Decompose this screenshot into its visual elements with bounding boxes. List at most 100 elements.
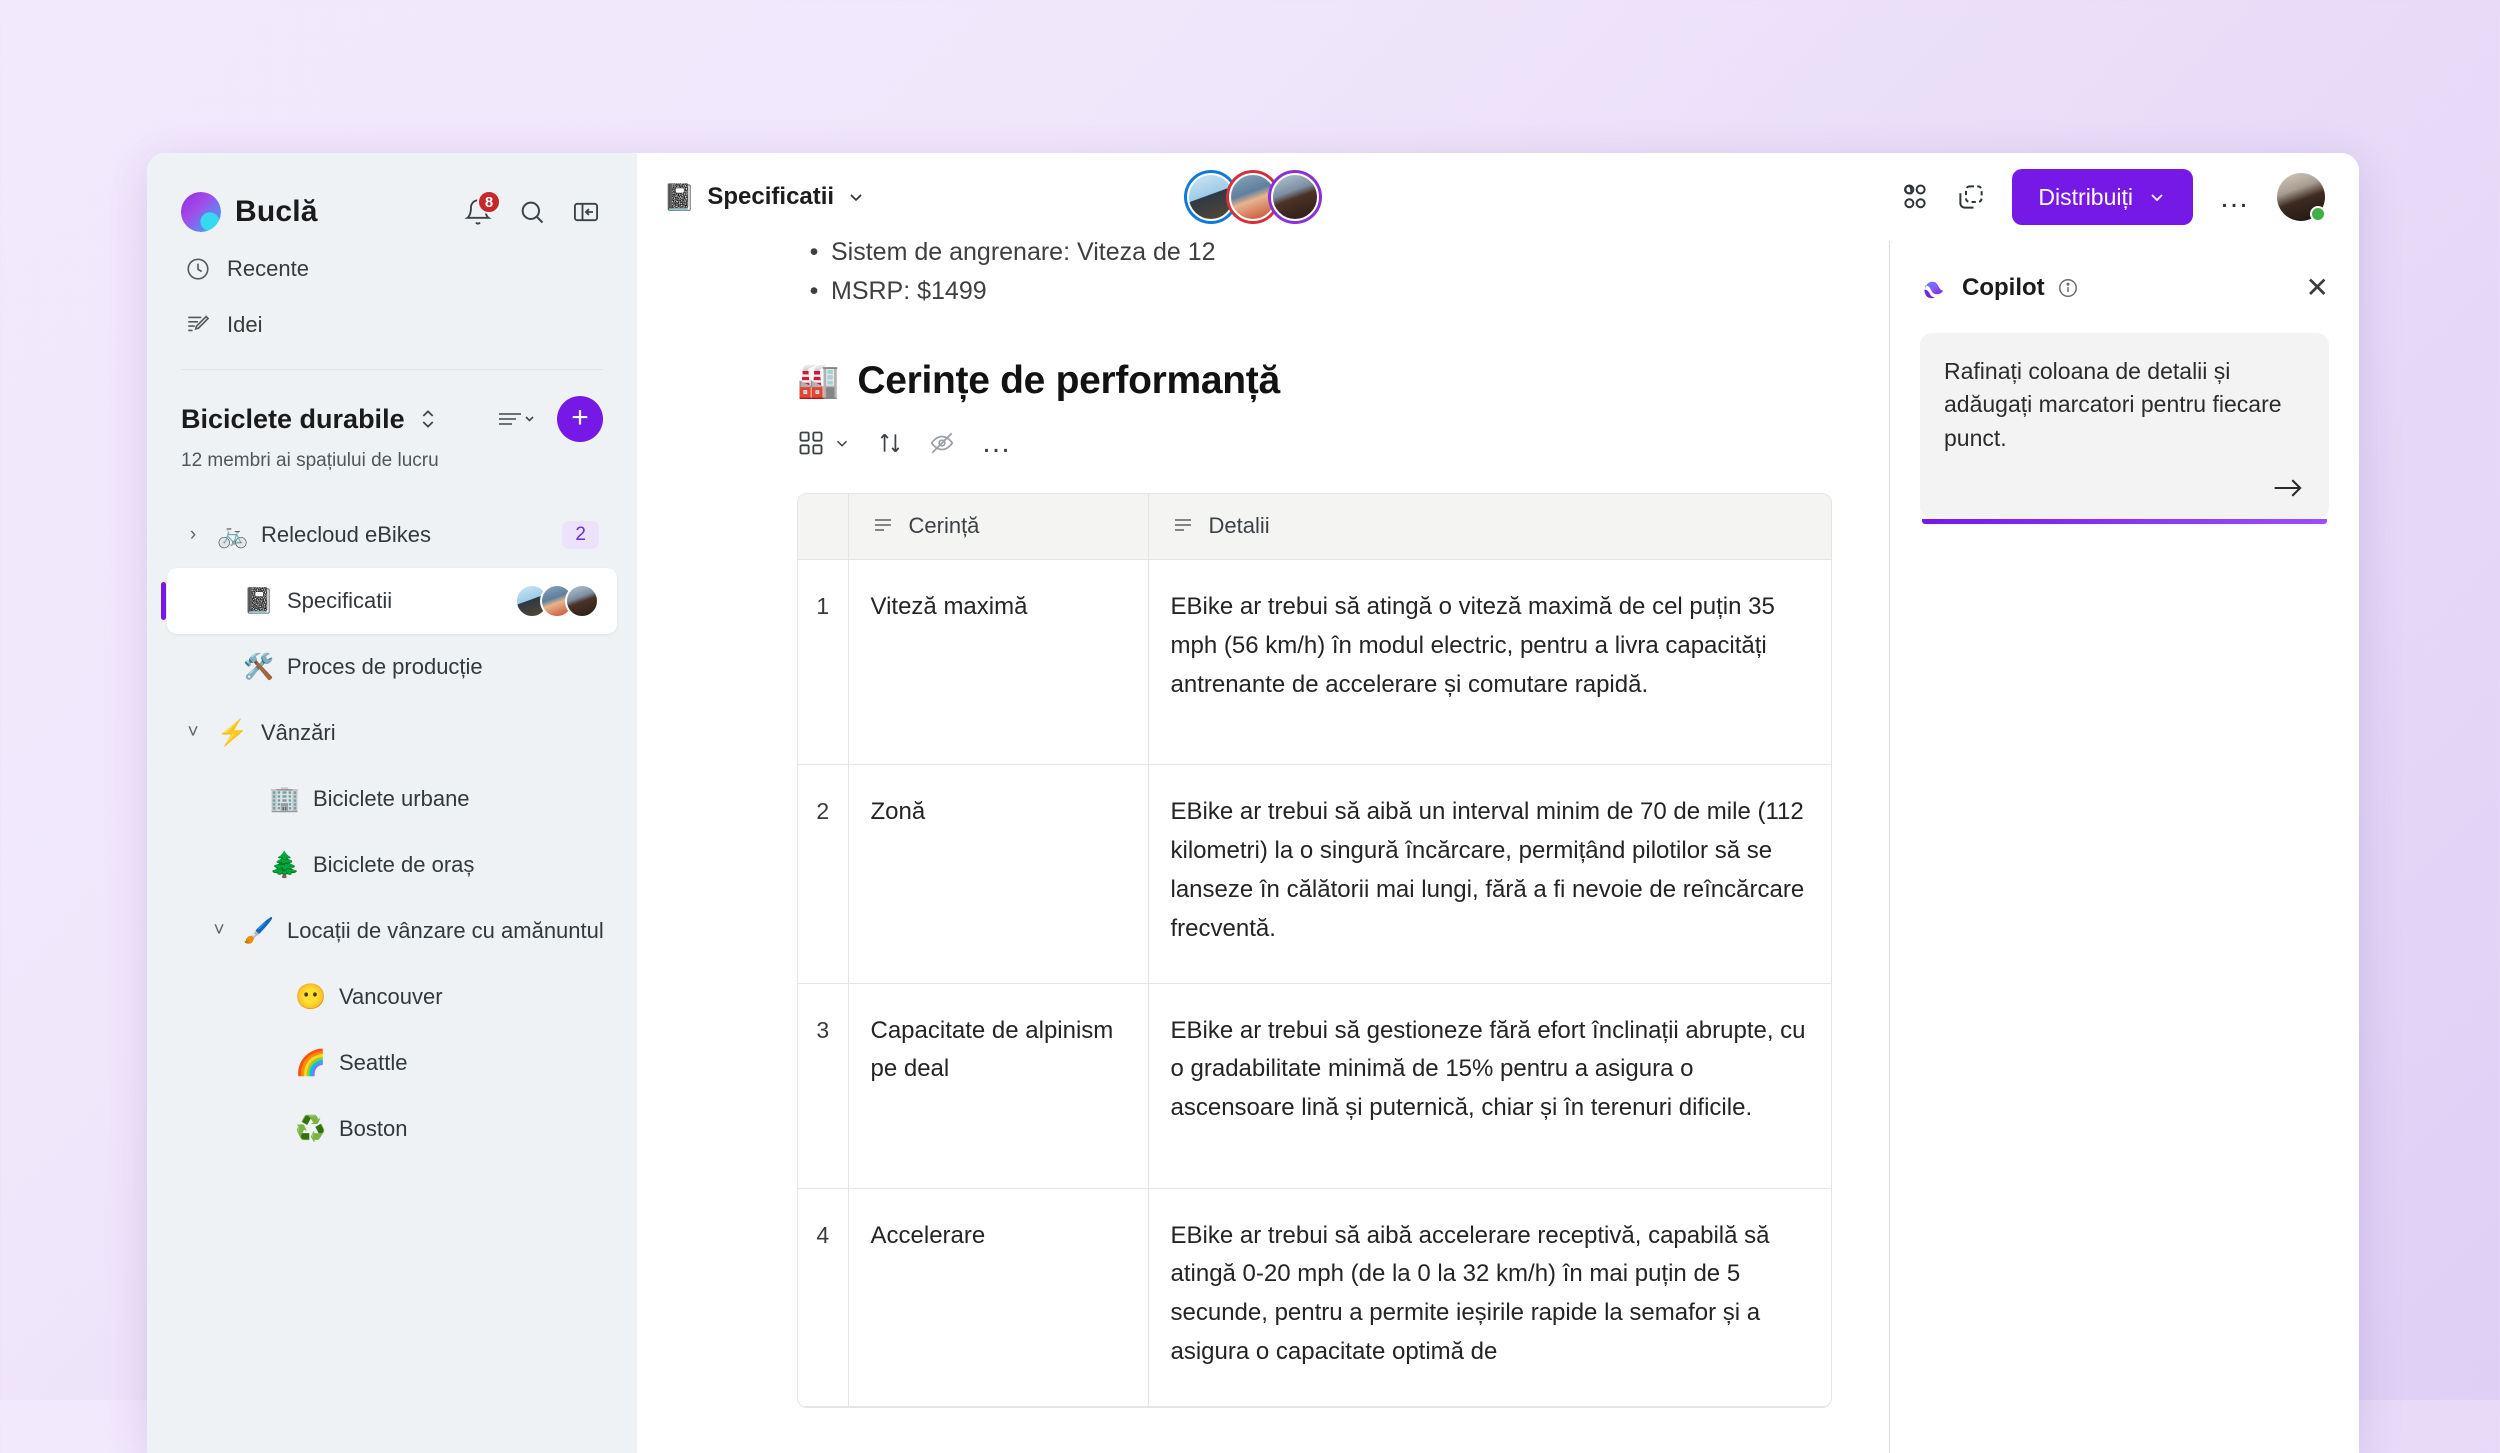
table-row[interactable]: 2 Zonă EBike ar trebui să aibă un interval… xyxy=(798,764,1831,984)
column-header-label: Cerință xyxy=(908,513,980,539)
section-heading-text: Cerințe de performanță xyxy=(857,358,1280,402)
sidebar-tree-item[interactable]: 😶 Vancouver xyxy=(167,964,617,1030)
table-body: 1 Viteză maximă EBike ar trebui să atingă … xyxy=(798,559,1831,1407)
tree-item-label: Specificatii xyxy=(287,588,393,613)
hide-fields-button[interactable] xyxy=(929,430,955,456)
share-button[interactable]: Distribuiți xyxy=(2012,169,2193,225)
tree-item-emoji-icon: 😶 xyxy=(295,982,327,1011)
sidebar: Buclă 8 Recente Idei Biciclete durabile … xyxy=(147,153,637,1453)
sidebar-item-recente[interactable]: Recente xyxy=(181,241,603,297)
requirement-cell[interactable]: Capacitate de alpinism pe deal xyxy=(848,983,1149,1189)
copilot-send-button[interactable] xyxy=(1944,473,2305,503)
text-column-icon xyxy=(1174,519,1191,532)
list-options-icon[interactable] xyxy=(497,407,539,431)
avatar xyxy=(565,584,599,618)
column-header-details[interactable]: Detalii xyxy=(1148,493,1831,560)
details-cell[interactable]: EBike ar trebui să gestioneze fără efort… xyxy=(1148,983,1831,1189)
tree-item-collaborators xyxy=(515,584,599,618)
document-title-chip[interactable]: 📓 Specificatii xyxy=(663,182,866,213)
tree-item-label: Vânzări xyxy=(261,720,336,745)
notification-badge-count: 8 xyxy=(477,190,501,214)
table-row[interactable]: 3 Capacitate de alpinism pe deal EBike ar … xyxy=(798,983,1831,1189)
table: Cerință Detalii 1 Viteză maximă EBike ar… xyxy=(798,493,1831,1408)
column-header-label: Detalii xyxy=(1208,513,1270,539)
collapse-sidebar-icon[interactable] xyxy=(569,195,603,229)
sidebar-tree-item[interactable]: 🛠️ Proces de producție xyxy=(167,634,617,700)
sidebar-header-actions: 8 xyxy=(461,190,603,229)
details-cell[interactable]: EBike ar trebui să aibă accelerare recep… xyxy=(1148,1188,1831,1407)
tree-item-emoji-icon: 🖌️ xyxy=(243,916,275,945)
table-more-options-button[interactable]: … xyxy=(981,427,1013,457)
factory-emoji-icon: 🏭 xyxy=(797,361,840,400)
sidebar-tree-item[interactable]: ♻️ Boston xyxy=(167,1096,617,1162)
tree-item-label: Relecloud eBikes xyxy=(261,522,431,547)
section-heading: 🏭 Cerințe de performanță xyxy=(797,359,1849,403)
row-index-cell: 3 xyxy=(798,983,849,1189)
workspace-members-count: 12 membri ai spațiului de lucru xyxy=(181,450,439,471)
chevron-down-icon xyxy=(2151,194,2163,202)
user-avatar[interactable] xyxy=(2277,173,2326,222)
chevron-down-icon[interactable]: ˅ xyxy=(175,722,211,744)
bullet-text: Sistem de angrenare: Viteza de 12 xyxy=(831,241,1216,266)
close-icon[interactable]: ✕ xyxy=(2306,274,2329,302)
column-header-index[interactable] xyxy=(798,493,849,560)
sort-button[interactable] xyxy=(877,430,903,456)
sidebar-tree-item[interactable]: 🏢 Biciclete urbane xyxy=(167,766,617,832)
table-head: Cerință Detalii xyxy=(798,493,1831,560)
app-window: Buclă 8 Recente Idei Biciclete durabile … xyxy=(147,153,2359,1453)
list-item[interactable]: • MSRP: $1499 xyxy=(797,272,1849,311)
tree-item-emoji-icon: ♻️ xyxy=(295,1114,327,1143)
row-index-cell: 4 xyxy=(798,1188,849,1407)
table-row[interactable]: 1 Viteză maximă EBike ar trebui să atingă … xyxy=(798,559,1831,765)
copilot-prompt-card[interactable]: Rafinați coloana de detalii și adăugați … xyxy=(1920,333,2329,520)
avatar-3-ring[interactable] xyxy=(1268,170,1322,224)
tree-item-count-badge: 2 xyxy=(562,521,599,549)
bullet-dot-icon: • xyxy=(809,241,819,266)
chevron-down-icon xyxy=(836,440,848,447)
workspace-title[interactable]: Biciclete durabile xyxy=(181,404,405,435)
chevron-right-icon[interactable]: › xyxy=(175,524,211,546)
bullet-list: • Sistem de angrenare: Viteza de 12 • MS… xyxy=(797,241,1849,311)
document-body[interactable]: • Sistem de angrenare: Viteza de 12 • MS… xyxy=(637,241,1889,1453)
tree-item-emoji-icon: 📓 xyxy=(243,586,275,615)
column-header-requirement[interactable]: Cerință xyxy=(848,493,1149,560)
details-cell[interactable]: EBike ar trebui să aibă un interval mini… xyxy=(1148,764,1831,984)
bullet-dot-icon: • xyxy=(809,276,819,305)
list-item[interactable]: • Sistem de angrenare: Viteza de 12 xyxy=(797,241,1849,272)
chevron-down-icon[interactable] xyxy=(846,187,866,207)
requirement-cell[interactable]: Accelerare xyxy=(848,1188,1149,1407)
requirement-cell[interactable]: Viteză maximă xyxy=(848,559,1149,765)
avatar xyxy=(1271,173,1319,221)
table-row[interactable]: 4 Accelerare EBike ar trebui să aibă accel… xyxy=(798,1188,1831,1407)
workspace-title-row: Biciclete durabile + xyxy=(181,396,603,442)
sidebar-tree-item[interactable]: 🌈 Seattle xyxy=(167,1030,617,1096)
tree-item-label: Locații de vânzare cu amănuntul xyxy=(287,918,604,943)
canvas: • Sistem de angrenare: Viteza de 12 • MS… xyxy=(637,241,2359,1453)
notifications-bell-icon[interactable]: 8 xyxy=(461,190,501,229)
sidebar-tree-item[interactable]: 📓 Specificatii xyxy=(161,568,617,634)
info-icon[interactable] xyxy=(2057,277,2079,299)
sidebar-tree-item[interactable]: › 🚲 Relecloud eBikes 2 xyxy=(167,502,617,568)
apps-grid-icon[interactable] xyxy=(1900,182,1930,212)
sidebar-tree-item[interactable]: 🌲 Biciclete de oraș xyxy=(167,832,617,898)
main-area: 📓 Specificatii Distribuiți … • Sistem de… xyxy=(637,153,2359,1453)
document-title: Specificatii xyxy=(707,183,835,210)
workspace-switcher-icon[interactable] xyxy=(417,406,439,432)
requirement-cell[interactable]: Zonă xyxy=(848,764,1149,984)
search-icon[interactable] xyxy=(515,195,549,229)
details-cell[interactable]: EBike ar trebui să atingă o viteză maxim… xyxy=(1148,559,1831,765)
table-view-button[interactable] xyxy=(797,429,851,457)
copy-component-icon[interactable] xyxy=(1956,182,1986,212)
table-toolbar: … xyxy=(797,427,1849,457)
add-page-button[interactable]: + xyxy=(557,396,603,442)
tree-item-label: Seattle xyxy=(339,1050,408,1075)
sidebar-tree-item[interactable]: ˅ ⚡ Vânzări xyxy=(167,700,617,766)
sidebar-tree-item[interactable]: ˅ 🖌️ Locații de vânzare cu amănuntul xyxy=(167,898,617,964)
sidebar-item-idei[interactable]: Idei xyxy=(181,297,603,353)
brand-name: Buclă xyxy=(235,195,318,228)
chevron-down-icon[interactable]: ˅ xyxy=(201,920,237,942)
tree-item-label: Vancouver xyxy=(339,984,443,1009)
more-options-icon[interactable]: … xyxy=(2219,182,2251,212)
row-index-cell: 1 xyxy=(798,559,849,765)
copilot-title: Copilot xyxy=(1962,274,2045,301)
